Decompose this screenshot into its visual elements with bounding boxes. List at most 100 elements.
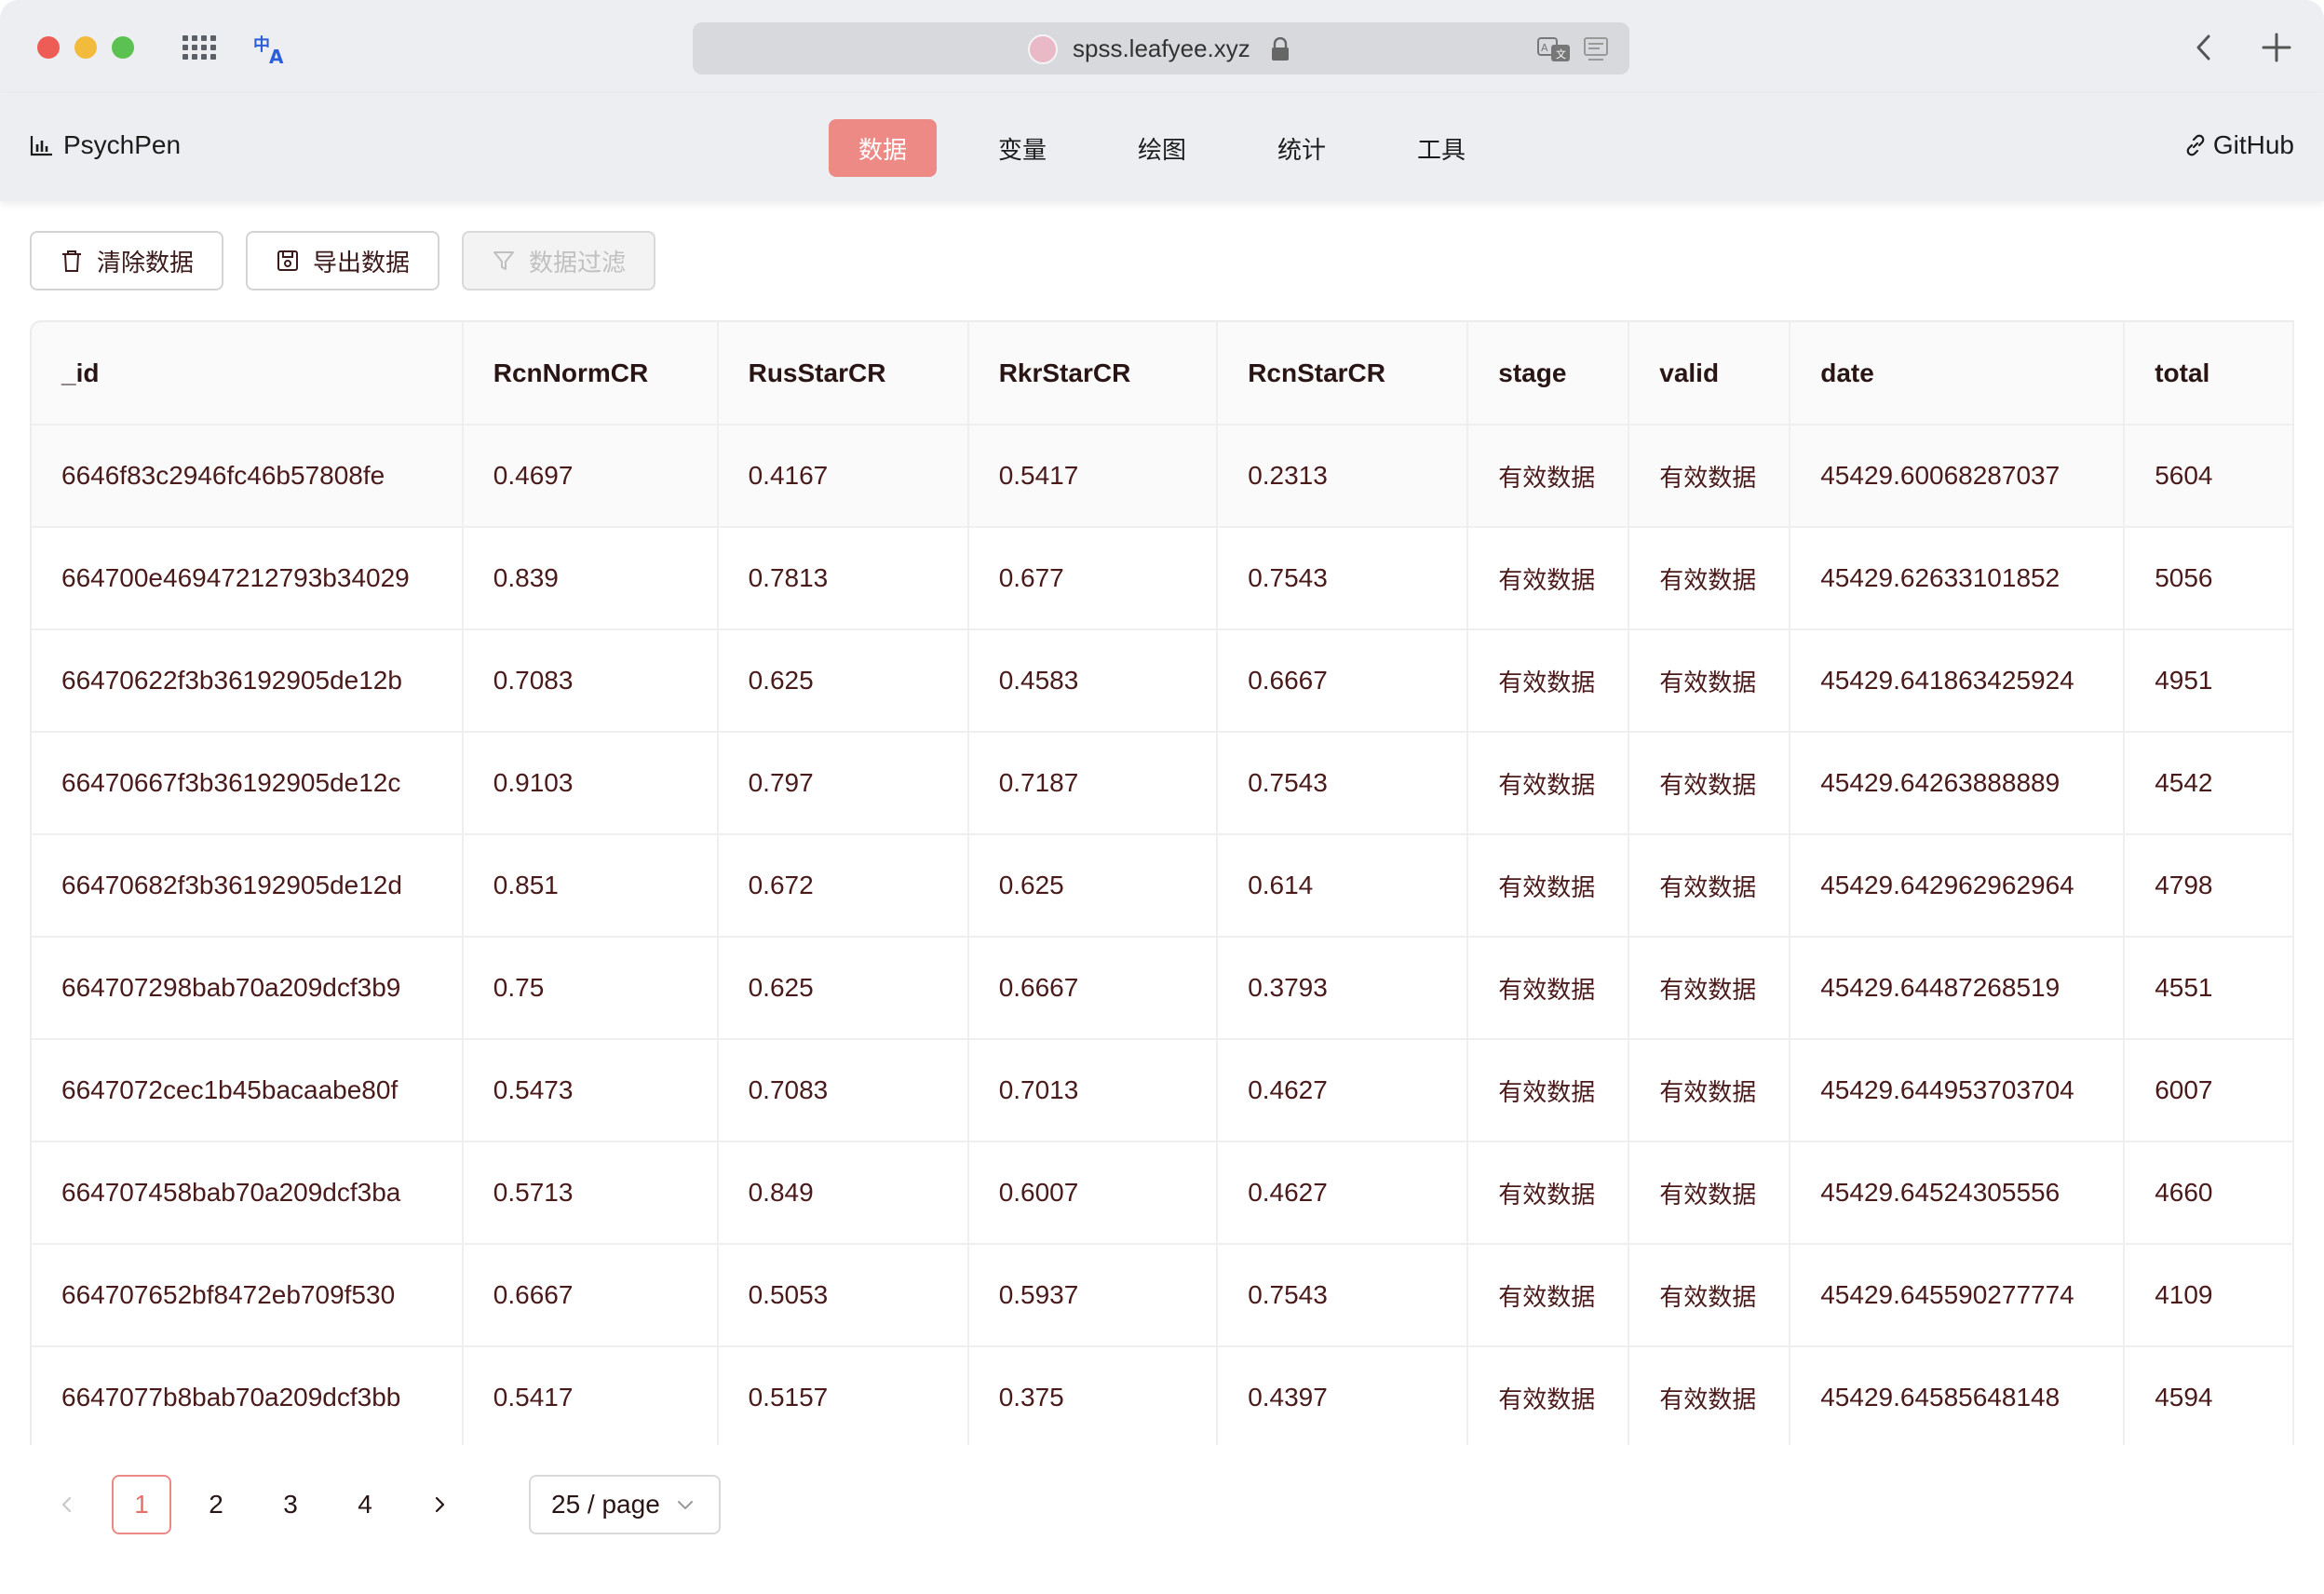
cell-russtarcr: 0.849 <box>717 1141 969 1245</box>
cell-rkrstarcr: 0.6007 <box>967 1141 1219 1245</box>
table-row[interactable]: 664700e46947212793b34029 0.839 0.7813 0.677… <box>32 527 2294 630</box>
cell-total: 6007 <box>2124 1039 2294 1142</box>
cell-valid: 有效数据 <box>1628 1346 1791 1445</box>
page-size-select[interactable]: 25 / page <box>529 1475 721 1534</box>
cell-id: 66470682f3b36192905de12d <box>32 834 464 938</box>
chevron-left-icon[interactable] <box>2190 32 2218 63</box>
column-header-stage[interactable]: stage <box>1467 322 1630 426</box>
cell-stage: 有效数据 <box>1467 937 1630 1040</box>
data-table-container[interactable]: _id RcnNormCR RusStarCR RkrStarCR RcnSta… <box>30 320 2294 1445</box>
svg-text:文: 文 <box>1556 47 1566 61</box>
cell-russtarcr: 0.7083 <box>717 1039 969 1142</box>
translate-page-icon[interactable]: A 文 <box>1536 35 1572 63</box>
cell-total: 5604 <box>2124 425 2294 528</box>
column-header-id[interactable]: _id <box>32 322 464 426</box>
nav-tab-plots[interactable]: 绘图 <box>1108 119 1216 177</box>
cell-id: 664700e46947212793b34029 <box>32 527 464 630</box>
cell-russtarcr: 0.5053 <box>717 1244 969 1347</box>
zoom-window-button[interactable] <box>112 36 134 59</box>
browser-window: 中 A spss.leafyee.xyz A 文 PsychPen 数据 变量 … <box>0 0 2324 1594</box>
nav-tab-variables[interactable]: 变量 <box>968 119 1076 177</box>
cell-date: 45429.64487268519 <box>1790 937 2126 1040</box>
github-link[interactable]: GitHub <box>2183 130 2294 160</box>
table-row[interactable]: 6647072cec1b45bacaabe80f 0.5473 0.7083 0.70… <box>32 1039 2294 1142</box>
cell-russtarcr: 0.797 <box>717 732 969 835</box>
apps-grid-icon[interactable] <box>182 35 216 60</box>
cell-russtarcr: 0.5157 <box>717 1346 969 1445</box>
cell-rkrstarcr: 0.677 <box>967 527 1219 630</box>
page-button-4[interactable]: 4 <box>335 1475 395 1534</box>
cell-rkrstarcr: 0.7187 <box>967 732 1219 835</box>
table-row[interactable]: 66470682f3b36192905de12d 0.851 0.672 0.625 0… <box>32 834 2294 938</box>
page-button-3[interactable]: 3 <box>261 1475 320 1534</box>
cell-date: 45429.64263888889 <box>1790 732 2126 835</box>
table-row[interactable]: 66470622f3b36192905de12b 0.7083 0.625 0.458… <box>32 629 2294 733</box>
page-button-2[interactable]: 2 <box>186 1475 246 1534</box>
nav-tab-statistics[interactable]: 统计 <box>1248 119 1356 177</box>
column-header-total[interactable]: total <box>2124 322 2294 426</box>
chevron-left-icon <box>61 1496 72 1513</box>
translate-icon[interactable]: 中 A <box>253 32 290 65</box>
cell-stage: 有效数据 <box>1467 1141 1630 1245</box>
cell-rkrstarcr: 0.5937 <box>967 1244 1219 1347</box>
cell-valid: 有效数据 <box>1628 425 1791 528</box>
column-header-valid[interactable]: valid <box>1628 322 1791 426</box>
page-button-1[interactable]: 1 <box>112 1475 171 1534</box>
cell-rkrstarcr: 0.4583 <box>967 629 1219 733</box>
minimize-window-button[interactable] <box>74 36 97 59</box>
cell-total: 4660 <box>2124 1141 2294 1245</box>
column-header-rkrstarcr[interactable]: RkrStarCR <box>967 322 1219 426</box>
cell-date: 45429.641863425924 <box>1790 629 2126 733</box>
reader-view-icon[interactable] <box>1583 35 1609 63</box>
export-data-button[interactable]: 导出数据 <box>246 231 440 290</box>
nav-tab-tools[interactable]: 工具 <box>1387 119 1495 177</box>
cell-valid: 有效数据 <box>1628 937 1791 1040</box>
table-row[interactable]: 664707458bab70a209dcf3ba 0.5713 0.849 0.600… <box>32 1141 2294 1245</box>
cell-valid: 有效数据 <box>1628 1039 1791 1142</box>
table-row[interactable]: 664707298bab70a209dcf3b9 0.75 0.625 0.6667 0… <box>32 937 2294 1040</box>
table-row[interactable]: 6647077b8bab70a209dcf3bb 0.5417 0.5157 0.37… <box>32 1346 2294 1445</box>
cell-russtarcr: 0.7813 <box>717 527 969 630</box>
page-size-value: 25 / page <box>551 1490 660 1519</box>
clear-data-label: 清除数据 <box>97 248 195 277</box>
column-header-date[interactable]: date <box>1790 322 2126 426</box>
filter-data-button[interactable]: 数据过滤 <box>462 231 656 290</box>
cell-total: 5056 <box>2124 527 2294 630</box>
cell-total: 4594 <box>2124 1346 2294 1445</box>
cell-rcnnormcr: 0.5417 <box>462 1346 719 1445</box>
prev-page-button[interactable] <box>37 1475 97 1534</box>
cell-valid: 有效数据 <box>1628 1141 1791 1245</box>
cell-russtarcr: 0.4167 <box>717 425 969 528</box>
table-row[interactable]: 6646f83c2946fc46b57808fe 0.4697 0.4167 0.54… <box>32 425 2294 528</box>
url-text[interactable]: spss.leafyee.xyz <box>1073 34 1250 63</box>
cell-rkrstarcr: 0.7013 <box>967 1039 1219 1142</box>
cell-stage: 有效数据 <box>1467 732 1630 835</box>
link-icon <box>2186 134 2205 156</box>
cell-rkrstarcr: 0.625 <box>967 834 1219 938</box>
nav-tab-data[interactable]: 数据 <box>829 119 937 177</box>
data-table: _id RcnNormCR RusStarCR RkrStarCR RcnSta… <box>32 322 2294 1445</box>
address-bar[interactable]: spss.leafyee.xyz A 文 <box>693 22 1629 74</box>
column-header-rcnstarcr[interactable]: RcnStarCR <box>1217 322 1469 426</box>
close-window-button[interactable] <box>37 36 60 59</box>
brand[interactable]: PsychPen <box>30 130 181 160</box>
clear-data-button[interactable]: 清除数据 <box>30 231 224 290</box>
svg-text:A: A <box>269 46 284 65</box>
cell-rcnstarcr: 0.4627 <box>1217 1039 1469 1142</box>
pagination: 1 2 3 4 25 / page <box>37 1475 721 1534</box>
cell-rcnstarcr: 0.4397 <box>1217 1346 1469 1445</box>
cell-id: 664707652bf8472eb709f530 <box>32 1244 464 1347</box>
next-page-button[interactable] <box>410 1475 469 1534</box>
cell-total: 4109 <box>2124 1244 2294 1347</box>
column-header-russtarcr[interactable]: RusStarCR <box>717 322 969 426</box>
plus-icon[interactable] <box>2261 32 2292 63</box>
cell-rcnstarcr: 0.6667 <box>1217 629 1469 733</box>
cell-id: 6647072cec1b45bacaabe80f <box>32 1039 464 1142</box>
table-row[interactable]: 664707652bf8472eb709f530 0.6667 0.5053 0.59… <box>32 1244 2294 1347</box>
cell-rcnstarcr: 0.614 <box>1217 834 1469 938</box>
column-header-rcnnormcr[interactable]: RcnNormCR <box>462 322 719 426</box>
cell-russtarcr: 0.625 <box>717 629 969 733</box>
table-row[interactable]: 66470667f3b36192905de12c 0.9103 0.797 0.718… <box>32 732 2294 835</box>
cell-date: 45429.62633101852 <box>1790 527 2126 630</box>
app-header: PsychPen 数据 变量 绘图 统计 工具 GitHub <box>0 93 2324 201</box>
